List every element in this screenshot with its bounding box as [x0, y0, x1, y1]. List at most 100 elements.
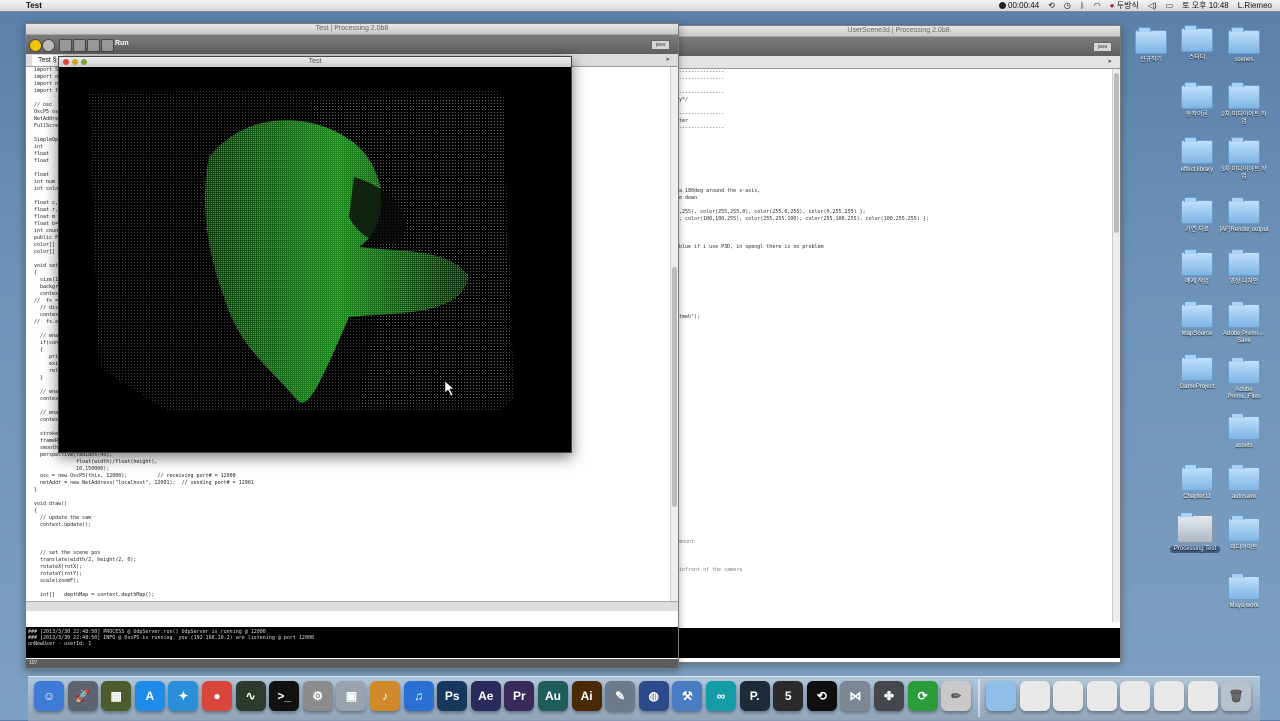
dock-processing-icon[interactable]: P. — [739, 681, 770, 711]
desktop-folder[interactable]: Adobe Premi...-Save — [1219, 301, 1269, 345]
dock-photoshop-icon[interactable]: Ps — [437, 681, 468, 711]
user-menu[interactable]: L.Riemeo — [1238, 0, 1272, 11]
dock-document-e-icon[interactable] — [1154, 681, 1184, 711]
zoom-window-icon[interactable] — [81, 59, 87, 65]
dock-trash-icon[interactable]: 🗑 — [1221, 681, 1252, 711]
dock-premiere-icon[interactable]: Pr — [504, 681, 535, 711]
mode-button[interactable]: java — [1093, 42, 1112, 52]
console[interactable] — [677, 628, 1120, 658]
dock-quitting-icon[interactable]: ⟳ — [907, 681, 938, 711]
new-button[interactable] — [59, 39, 72, 52]
folder-icon — [1228, 413, 1260, 440]
code-editor[interactable]: --------------- --------------- --------… — [677, 69, 1120, 622]
dock-separator — [978, 679, 980, 717]
dock-xcode-icon[interactable]: ⚒ — [672, 681, 703, 711]
dock-script-editor-icon[interactable]: ✏ — [941, 681, 972, 711]
open-button[interactable] — [73, 39, 86, 52]
desktop-folder[interactable]: 2차 미디어아트 작업 — [1219, 82, 1269, 126]
stop-button[interactable] — [42, 39, 55, 52]
desktop-folder[interactable]: scenes — [1219, 27, 1269, 64]
desktop-folder[interactable]: 동작이론 — [1172, 82, 1222, 119]
menu-clock[interactable]: 토 오후 10:48 — [1182, 0, 1229, 11]
close-window-icon[interactable] — [63, 59, 69, 65]
folder-icon — [1181, 82, 1213, 109]
dock-photo-booth-icon[interactable]: ▦ — [101, 681, 132, 711]
folder-icon — [1228, 464, 1260, 491]
vertical-scrollbar[interactable] — [670, 67, 678, 602]
dock-folder-a-icon[interactable] — [986, 681, 1016, 711]
input-method[interactable]: ● 두방식 — [1110, 0, 1139, 11]
desktop-folder[interactable]: assets — [1219, 413, 1269, 450]
vertical-scrollbar[interactable] — [1112, 69, 1120, 622]
desktop-folder[interactable]: effect library — [1172, 137, 1222, 174]
desktop-folder[interactable]: autosave — [1219, 464, 1269, 501]
point-cloud-canvas[interactable] — [59, 67, 571, 452]
dock-document-b-icon[interactable] — [1053, 681, 1084, 711]
save-button[interactable] — [87, 39, 100, 52]
dock-document-d-icon[interactable] — [1120, 681, 1151, 711]
desktop-folder[interactable]: Chapter11 — [1172, 464, 1222, 501]
desktop-folder[interactable]: 예제 작업 — [1172, 249, 1222, 286]
sketch-window[interactable]: Test — [58, 56, 572, 453]
dock-inkscape-icon[interactable]: ✤ — [874, 681, 904, 711]
folder-icon — [1228, 249, 1260, 276]
desktop-folder[interactable]: 3차 미디어아트 작업 — [1219, 137, 1269, 181]
dock-globe-icon[interactable]: ◍ — [638, 681, 669, 711]
desktop-folder[interactable]: 영상 디자인 — [1219, 249, 1269, 286]
desktop-folder[interactable]: 신규작기 — [1126, 27, 1176, 64]
message-area — [26, 601, 678, 611]
dock-launchpad-icon[interactable]: 🚀 — [67, 681, 98, 711]
dock-document-f-icon[interactable] — [1187, 681, 1218, 711]
bluetooth-icon[interactable]: ᛒ — [1080, 0, 1085, 11]
time-machine-icon[interactable]: ◷ — [1064, 0, 1071, 11]
desktop-folder[interactable]: GameProject — [1172, 354, 1222, 391]
wifi-icon[interactable]: ◠ — [1094, 0, 1101, 11]
dock-chrome-icon[interactable]: ● — [202, 681, 232, 711]
volume-icon[interactable]: ◁) — [1148, 0, 1157, 11]
dock-system-preferences-icon[interactable]: ⚙ — [302, 681, 333, 711]
battery-icon[interactable]: ▭ — [1166, 0, 1174, 11]
dock-sync-icon[interactable]: ⟲ — [806, 681, 837, 711]
dock-finder-icon[interactable]: ☺ — [34, 681, 64, 711]
dock-illustrator-icon[interactable]: Ai — [571, 681, 602, 711]
tab-menu-arrow-icon[interactable]: ▸ — [1108, 57, 1112, 65]
desktop-folder[interactable]: Maya work — [1219, 573, 1269, 610]
export-button[interactable] — [101, 39, 114, 52]
dock-pen-tool-icon[interactable]: ✎ — [605, 681, 636, 711]
dock-garageband-icon[interactable]: ♪ — [370, 681, 400, 711]
desktop-folder[interactable]: 미디어아트 — [1219, 515, 1269, 552]
desktop-folder[interactable]: Adobe Premi...Files — [1219, 357, 1269, 401]
mode-button[interactable]: java — [651, 40, 670, 50]
dock-document-c-icon[interactable] — [1086, 681, 1117, 711]
desktop-folder[interactable]: 가연 자료 — [1172, 197, 1222, 234]
recording-indicator[interactable]: 00:00:44 — [998, 0, 1039, 11]
desktop-folder-selected[interactable]: Processing Test — [1170, 512, 1220, 553]
app-menu[interactable]: Test — [26, 0, 42, 11]
dock-safari-icon[interactable]: ✦ — [168, 681, 199, 711]
dock-preview-icon[interactable]: ▣ — [336, 681, 367, 711]
desktop-folder[interactable]: [AF]Render output — [1219, 197, 1269, 234]
tab-menu-arrow-icon[interactable]: ▸ — [666, 55, 670, 63]
dock-audition-icon[interactable]: Au — [538, 681, 568, 711]
dock-terminal-icon[interactable]: >_ — [269, 681, 300, 711]
dock-arduino-icon[interactable]: ∞ — [706, 681, 736, 711]
folder-icon — [1228, 82, 1260, 109]
scroll-thumb[interactable] — [1114, 73, 1119, 233]
dock-document-a-icon[interactable] — [1019, 681, 1050, 711]
folder-icon — [1228, 197, 1260, 224]
dock-five-icon[interactable]: 5 — [773, 681, 804, 711]
console[interactable]: ### [2013/3/30 22:48:50] PROCESS @ UdpSe… — [26, 627, 678, 658]
dock-after-effects-icon[interactable]: Ae — [470, 681, 501, 711]
minimize-window-icon[interactable] — [72, 59, 78, 65]
scroll-thumb[interactable] — [672, 267, 677, 507]
desktop-folder[interactable]: 스터디 — [1172, 25, 1222, 62]
dock-activity-monitor-icon[interactable]: ∿ — [235, 681, 266, 711]
dock-app-store-icon[interactable]: A — [134, 681, 165, 711]
sync-icon[interactable]: ⟲ — [1048, 0, 1055, 11]
record-icon — [998, 2, 1006, 10]
dock-itunes-icon[interactable]: ♫ — [403, 681, 434, 711]
folder-icon — [1181, 354, 1213, 381]
run-button[interactable] — [29, 39, 42, 52]
desktop-folder[interactable]: MapSource — [1172, 301, 1222, 338]
dock-network-icon[interactable]: ⋈ — [840, 681, 871, 711]
